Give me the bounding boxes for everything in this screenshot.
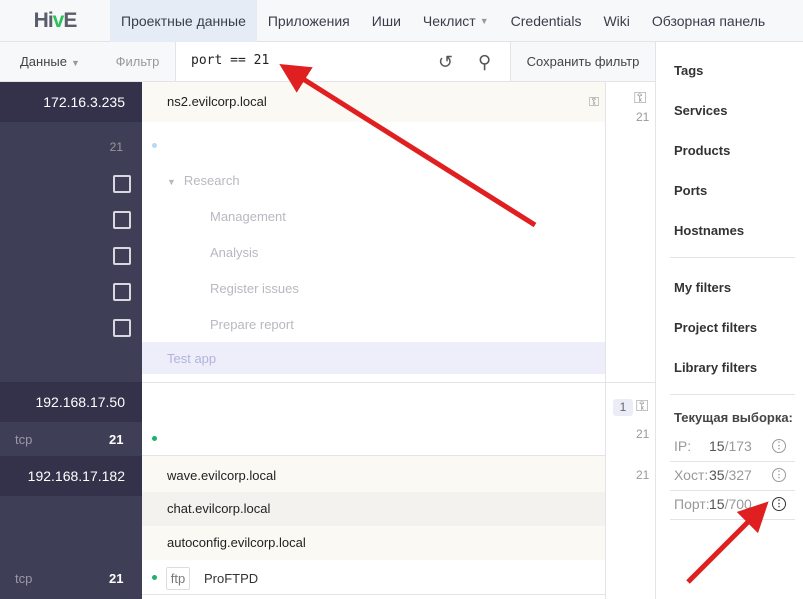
annotation-arrows: [279, 64, 769, 584]
arrow-to-query: [279, 64, 537, 228]
arrow-to-port-info: [686, 501, 769, 584]
